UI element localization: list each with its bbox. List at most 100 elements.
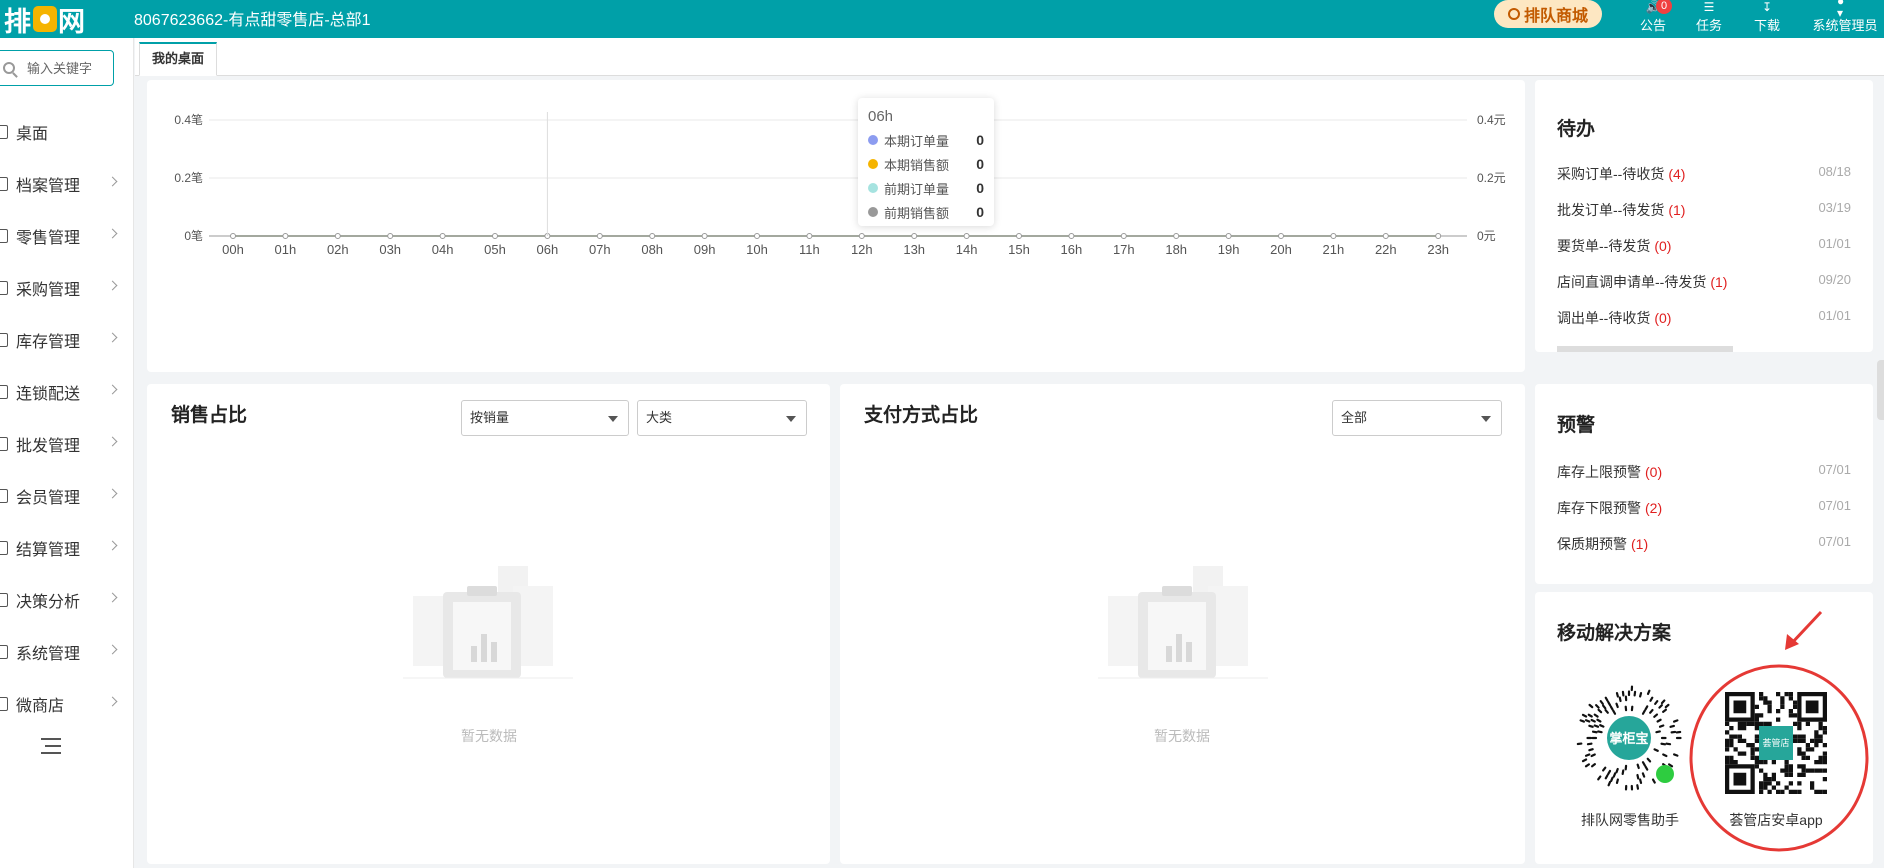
series-dot-icon (868, 135, 878, 145)
sidebar-item[interactable]: 连锁配送 (0, 366, 134, 418)
tooltip-series-name: 前期订单量 (884, 181, 950, 197)
sales-metric-select[interactable]: 按销量 (461, 400, 629, 436)
sidebar-item-label: 决策分析 (16, 594, 81, 611)
warning-item[interactable]: 库存上限预警 (0) 07/01 (1557, 462, 1851, 482)
menu-item-icon (0, 281, 8, 295)
menu-item-icon (0, 489, 8, 503)
mall-button[interactable]: 排队商城 (1494, 0, 1602, 28)
tooltip-title: 06h (868, 108, 894, 125)
tooltip-row: 本期订单量 0 (868, 132, 984, 149)
warning-title: 预警 (1557, 415, 1596, 436)
todo-item-count: (1) (1710, 274, 1728, 290)
todo-item[interactable]: 采购订单--待收货 (4) 08/18 (1557, 164, 1851, 184)
sales-share-card: 销售占比 按销量 大类 暂无数据 (147, 384, 830, 864)
sidebar-item[interactable]: 采购管理 (0, 262, 134, 314)
tooltip-series-value: 0 (976, 156, 984, 172)
series-dot-icon (868, 207, 878, 217)
x-tick-label: 08h (641, 242, 663, 257)
menu-item-icon (0, 593, 8, 607)
chevron-right-icon (107, 228, 118, 239)
tooltip-row: 前期订单量 0 (868, 180, 984, 197)
todo-item-label: 批发订单--待发货 (1557, 202, 1665, 218)
page-scrollbar[interactable] (1877, 360, 1884, 420)
menu-item-icon (0, 645, 8, 659)
sidebar-item[interactable]: 批发管理 (0, 418, 134, 470)
sales-share-title: 销售占比 (171, 405, 248, 426)
x-tick-label: 15h (1008, 242, 1030, 257)
warning-item[interactable]: 库存下限预警 (2) 07/01 (1557, 498, 1851, 518)
user-menu[interactable]: ● ▾ 系统管理员 (1806, 0, 1884, 38)
collapse-menu-icon[interactable] (41, 738, 61, 754)
data-point (806, 233, 813, 239)
menu-search[interactable] (0, 50, 114, 86)
hourly-sales-chart[interactable]: 0.4笔 0.4元 0.2笔 0.2元 0笔 0元 00h 01h 02h 03h 04h 05h 06… (147, 80, 1525, 372)
todo-item-label: 调出单--待收货 (1557, 310, 1651, 326)
chevron-down-icon (608, 416, 618, 422)
chevron-right-icon (107, 488, 118, 499)
qr-code-icon[interactable]: 荟管店 (1725, 692, 1827, 794)
data-point (1435, 233, 1442, 239)
x-tick-label: 13h (903, 242, 925, 257)
payment-type-select[interactable]: 全部 (1332, 400, 1502, 436)
sidebar-item[interactable]: 桌面 (0, 106, 134, 158)
menu-search-input[interactable] (27, 60, 107, 76)
todo-item[interactable]: 店间直调申请单--待发货 (1) 09/20 (1557, 272, 1851, 292)
mini-program-code-icon[interactable]: 掌柜宝 (1576, 685, 1682, 791)
data-point (1278, 233, 1284, 239)
sidebar-menu: 桌面档案管理 零售管理 采购管理 库存管理 连锁配送 批发管理会员管理结算管理决策分析系统… (0, 106, 134, 730)
todo-item-date: 08/18 (1818, 164, 1851, 179)
x-tick-label: 00h (222, 242, 244, 257)
data-point (439, 233, 446, 239)
sidebar-item[interactable]: 微商店 (0, 678, 134, 730)
tab-my-desktop[interactable]: 我的桌面 (139, 42, 218, 76)
sales-category-select[interactable]: 大类 (637, 400, 807, 436)
payment-share-card: 支付方式占比 全部 暂无数据 (840, 384, 1525, 864)
sidebar-item[interactable]: 系统管理 (0, 626, 134, 678)
app-logo[interactable]: 排 网 (4, 4, 86, 38)
sidebar-item-label: 会员管理 (16, 490, 81, 507)
warning-item-label: 库存下限预警 (1557, 500, 1641, 516)
todo-item[interactable]: 调出单--待收货 (0) 01/01 (1557, 308, 1851, 328)
y-left-tick-label: 0.4笔 (174, 112, 203, 127)
y-left-tick-label: 0.2笔 (174, 170, 203, 185)
data-point (596, 233, 603, 239)
x-tick-label: 11h (799, 242, 820, 257)
warning-item[interactable]: 保质期预警 (1) 07/01 (1557, 534, 1851, 554)
download-button[interactable]: ↧ 下载 (1748, 0, 1786, 38)
x-tick-label: 04h (432, 242, 454, 257)
menu-item-icon (0, 541, 8, 555)
data-point (1068, 233, 1075, 239)
download-label: 下载 (1753, 18, 1780, 33)
data-point (334, 233, 341, 239)
menu-item-icon (0, 385, 8, 399)
chevron-right-icon (107, 176, 118, 187)
data-point (282, 233, 289, 239)
sidebar-item[interactable]: 零售管理 (0, 210, 134, 262)
sidebar-item[interactable]: 档案管理 (0, 158, 134, 210)
todo-card: 待办 采购订单--待收货 (4) 08/18 批发订单--待发货 (1) 03/19 要货单… (1535, 80, 1873, 352)
warning-item-count: (2) (1645, 500, 1663, 516)
announcement-button[interactable]: 🔊 0 公告 (1634, 0, 1672, 38)
data-point (1016, 233, 1022, 239)
warning-item-label: 保质期预警 (1557, 536, 1627, 552)
x-tick-label: 21h (1323, 242, 1345, 257)
sidebar-item-label: 桌面 (16, 126, 49, 143)
tooltip-series-name: 本期订单量 (884, 133, 950, 149)
chevron-down-icon (1481, 416, 1491, 422)
y-right-tick-label: 0.4元 (1477, 113, 1506, 127)
todo-item[interactable]: 批发订单--待发货 (1) 03/19 (1557, 200, 1851, 220)
x-tick-label: 20h (1270, 242, 1292, 257)
empty-data-icon (403, 566, 573, 679)
chevron-right-icon (107, 644, 118, 655)
sidebar-item[interactable]: 结算管理 (0, 522, 134, 574)
mall-button-label: 排队商城 (1523, 8, 1588, 25)
sidebar-item-label: 结算管理 (16, 542, 81, 559)
empty-text: 暂无数据 (461, 728, 517, 744)
warning-card: 预警 库存上限预警 (0) 07/01 库存下限预警 (2) 07/01 保质期预警 (1) 0… (1535, 384, 1873, 584)
sidebar-item[interactable]: 会员管理 (0, 470, 134, 522)
sidebar-item[interactable]: 库存管理 (0, 314, 134, 366)
sidebar-item[interactable]: 决策分析 (0, 574, 134, 626)
todo-item[interactable]: 要货单--待发货 (0) 01/01 (1557, 236, 1851, 256)
task-button[interactable]: ☰ 任务 (1690, 0, 1728, 38)
menu-item-icon (0, 229, 8, 243)
